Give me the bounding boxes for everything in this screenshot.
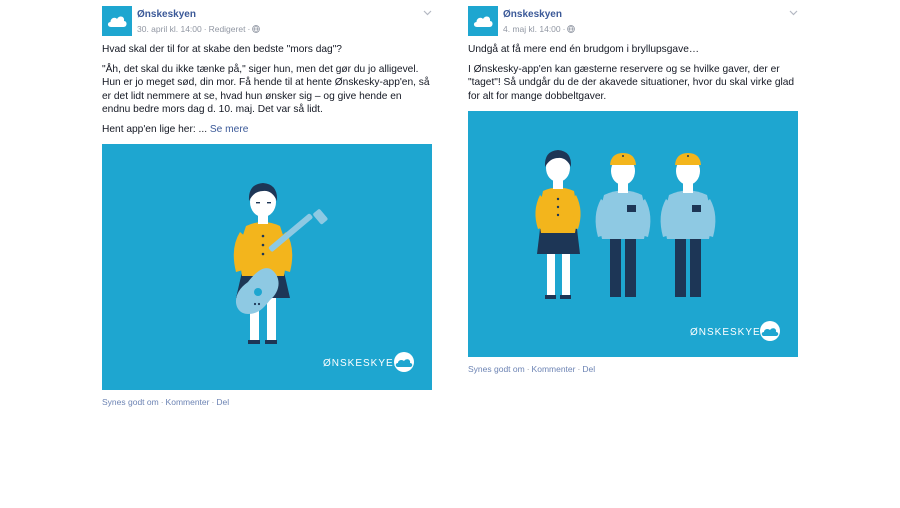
share-link[interactable]: Del xyxy=(582,364,595,374)
post-wedding-gifts: Ønskeskyen 4. maj kl. 14:00 · Undgå at få… xyxy=(468,0,798,374)
like-link[interactable]: Synes godt om xyxy=(468,364,525,374)
comment-link[interactable]: Kommenter xyxy=(166,397,210,407)
post-actions: Synes godt om · Kommenter · Del xyxy=(468,364,596,374)
post-timestamp[interactable]: 30. april kl. 14:00 xyxy=(137,24,202,34)
page-name-link[interactable]: Ønskeskyen xyxy=(137,9,196,20)
cloud-icon xyxy=(107,16,127,27)
share-link[interactable]: Del xyxy=(216,397,229,407)
post-meta: 30. april kl. 14:00 · Redigeret · xyxy=(137,24,261,34)
post-image-bride-grooms[interactable]: ØNSKESKYEN xyxy=(468,111,798,357)
post-actions: Synes godt om · Kommenter · Del xyxy=(102,397,230,407)
page-avatar[interactable] xyxy=(102,6,132,36)
post-paragraph-last: Hent app'en lige her: ... Se mere xyxy=(102,123,432,137)
post-text: Hvad skal der til for at skabe den bedst… xyxy=(102,43,432,136)
page-avatar[interactable] xyxy=(468,6,498,36)
edited-label[interactable]: Redigeret xyxy=(209,24,246,34)
cloud-icon xyxy=(473,16,493,27)
post-header: Ønskeskyen 30. april kl. 14:00 · Redigeret… xyxy=(102,0,432,40)
see-more-link[interactable]: Se mere xyxy=(210,124,249,135)
image-logo-text: ØNSKESKYEN xyxy=(690,327,769,338)
post-timestamp[interactable]: 4. maj kl. 14:00 xyxy=(503,24,561,34)
post-image-guitar-girl[interactable]: ØNSKESKYEN xyxy=(102,144,432,390)
post-header: Ønskeskyen 4. maj kl. 14:00 · xyxy=(468,0,798,40)
post-paragraph: "Åh, det skal du ikke tænke på," siger h… xyxy=(102,63,430,116)
chevron-down-icon[interactable] xyxy=(789,10,798,16)
post-paragraph: Undgå at få mere end én brudgom i bryllu… xyxy=(468,44,700,55)
page-name-link[interactable]: Ønskeskyen xyxy=(503,9,562,20)
chevron-down-icon[interactable] xyxy=(423,10,432,16)
like-link[interactable]: Synes godt om xyxy=(102,397,159,407)
post-text: Undgå at få mere end én brudgom i bryllu… xyxy=(468,43,798,103)
comment-link[interactable]: Kommenter xyxy=(532,364,576,374)
image-logo-text: ØNSKESKYEN xyxy=(323,358,402,369)
post-paragraph: Hvad skal der til for at skabe den bedst… xyxy=(102,44,342,55)
globe-icon xyxy=(567,25,576,33)
post-paragraph: I Ønskesky-app'en kan gæsterne reservere… xyxy=(468,63,795,102)
post-mothers-day: Ønskeskyen 30. april kl. 14:00 · Redigeret… xyxy=(102,0,432,407)
post-meta: 4. maj kl. 14:00 · xyxy=(503,24,576,34)
post-last-line: Hent app'en lige her: ... xyxy=(102,123,208,135)
globe-icon xyxy=(252,25,261,33)
